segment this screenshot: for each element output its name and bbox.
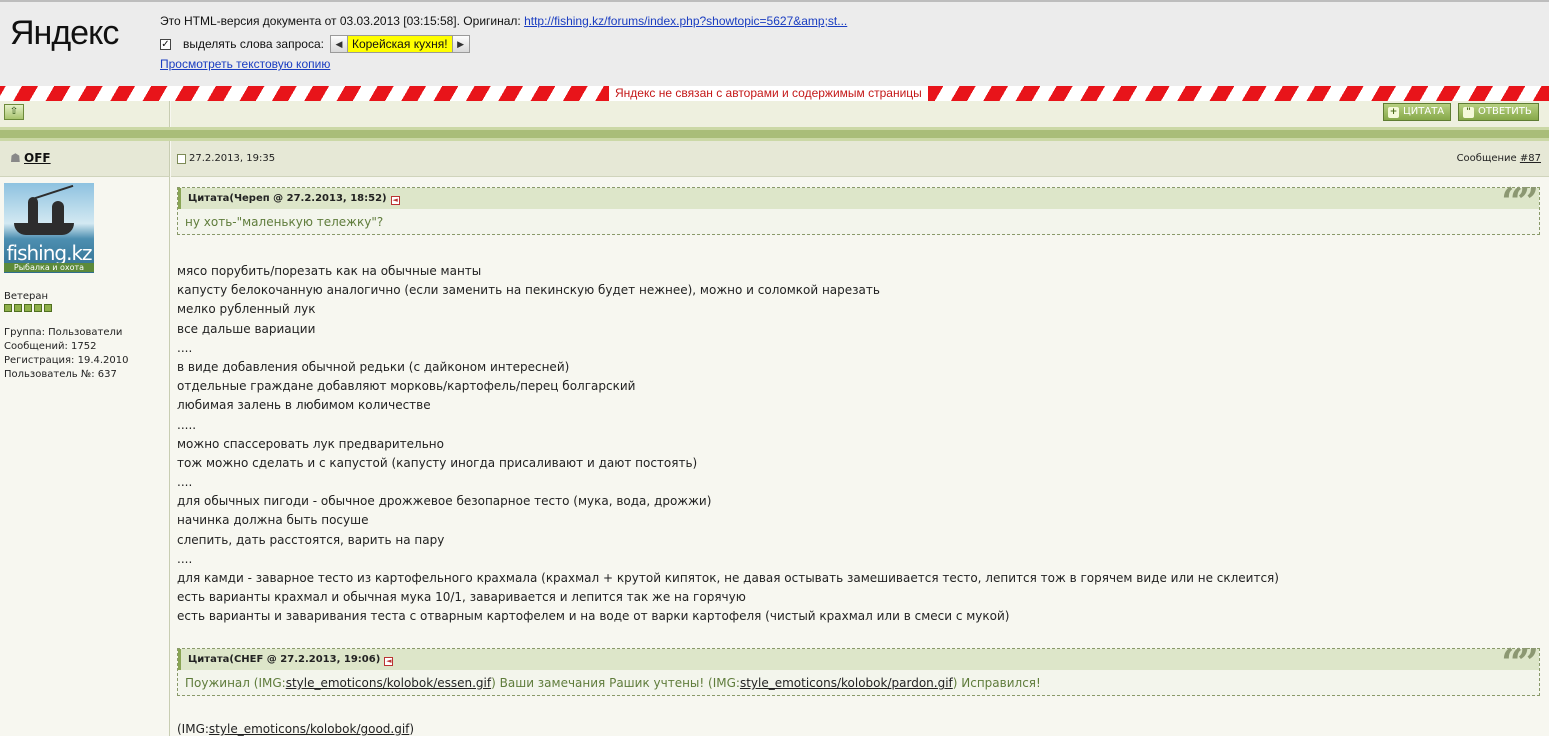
quote-button-label: ЦИТАТА (1403, 106, 1445, 117)
post-line: в виде добавления обычной редьки (с дайк… (177, 359, 570, 374)
post-number-label: Сообщение (1456, 153, 1520, 164)
avatar-caption: Рыбалка и охота (4, 263, 94, 272)
post-date: 27.2.2013, 19:35 (189, 153, 276, 164)
goto-quote-icon[interactable]: ◄ (390, 196, 400, 205)
rank-pip-icon (24, 304, 32, 312)
post-line: тож можно сделать и с капустой (капусту … (177, 455, 698, 470)
post-line: есть варианты крахмал и обычная мука 10/… (177, 590, 746, 605)
post-line: мелко рубленный лук (177, 302, 316, 317)
quote-marks-icon: " (1463, 106, 1474, 118)
post-icon (177, 154, 186, 164)
post-line: слепить, дать расстоятся, варить на пару (177, 532, 445, 547)
post-line: начинка должна быть посуше (177, 513, 369, 528)
yandex-disclaimer: Яндекс не связан с авторами и содержимым… (609, 86, 928, 101)
reply-button-label: ОТВЕТИТЬ (1478, 106, 1532, 117)
user-number: Пользователь №: 637 (4, 369, 117, 380)
quote-text-part: ) Ваши замечания Рашик учтены! (IMG: (491, 676, 740, 690)
author-name[interactable]: OFF (24, 151, 51, 165)
avatar-brand: fishing.kz (6, 241, 92, 265)
quote-title-text: Цитата(Череп @ 27.2.2013, 18:52) (188, 193, 387, 204)
fishing-rod-icon (34, 184, 74, 200)
user-group: Группа: Пользователи (4, 327, 123, 338)
quote-marks-icon: “” (1501, 179, 1539, 224)
author-header: ☗ OFF (0, 141, 170, 177)
post-body: Цитата(Череп @ 27.2.2013, 18:52) ◄ “” ну … (171, 177, 1549, 736)
emoticon-link[interactable]: style_emoticons/kolobok/pardon.gif (740, 676, 953, 690)
highlight-checkbox[interactable]: ✓ (160, 38, 171, 50)
rank-pip-icon (44, 304, 52, 312)
fisherman-icon (52, 201, 64, 223)
post-number: Сообщение #87 (1457, 153, 1541, 164)
post-line: можно спассеровать лук предварительно (177, 436, 444, 451)
user-messages: Сообщений: 1752 (4, 341, 97, 352)
post-line: капусту белокочанную аналогично (если за… (177, 283, 880, 298)
divider-bar (0, 127, 1549, 141)
quote-text-part: ) Исправился! (952, 676, 1041, 690)
post-permalink[interactable]: #87 (1520, 153, 1541, 164)
quote-title: Цитата(CHEF @ 27.2.2013, 19:06) ◄ “” (178, 643, 1539, 683)
emoticon-link[interactable]: style_emoticons/kolobok/good.gif (209, 722, 409, 736)
post-tail: (IMG:style_emoticons/kolobok/good.gif) (177, 722, 414, 736)
plus-icon: + (1388, 106, 1399, 118)
yandex-cache-header: Яндекс Это HTML-версия документа от 03.0… (0, 0, 1549, 86)
tail-text-part: (IMG: (177, 722, 209, 736)
yandex-logo[interactable]: Яндекс (10, 14, 119, 53)
quote-title-text: Цитата(CHEF @ 27.2.2013, 19:06) (188, 654, 381, 665)
rank-pip-icon (4, 304, 12, 312)
post-text: мясо порубить/порезать как на обычные ма… (177, 262, 1537, 627)
post-line: .... (177, 340, 193, 355)
quote-text-part: Поужинал (IMG: (185, 676, 286, 690)
post-line: все дальше вариации (177, 321, 316, 336)
forum-area: ⇧ + ЦИТАТА " ОТВЕТИТЬ ☗ OFF 27.2.2013, 1… (0, 101, 1549, 736)
text-copy-link[interactable]: Просмотреть текстовую копию (160, 57, 330, 71)
quote-block: Цитата(Череп @ 27.2.2013, 18:52) ◄ “” ну … (177, 182, 1540, 235)
cache-info: Это HTML-версия документа от 03.03.2013 … (160, 14, 847, 28)
post-line: ..... (177, 417, 197, 432)
original-url-link[interactable]: http://fishing.kz/forums/index.php?showt… (524, 14, 847, 28)
quote-button[interactable]: + ЦИТАТА (1383, 103, 1452, 121)
goto-quote-icon[interactable]: ◄ (384, 657, 394, 666)
quote-title: Цитата(Череп @ 27.2.2013, 18:52) ◄ “” (178, 182, 1539, 222)
post-line: для обычных пигоди - обычное дрожжевое б… (177, 494, 712, 509)
prev-match-button[interactable]: ◀ (329, 35, 348, 53)
rank-pip-icon (14, 304, 22, 312)
post-line: есть варианты и заваривания теста с отва… (177, 609, 1010, 624)
fisherman-icon (28, 197, 38, 223)
post-header: 27.2.2013, 19:35 Сообщение #87 (171, 141, 1549, 177)
query-highlight: Корейская кухня! (347, 35, 452, 53)
offline-user-icon: ☗ (10, 151, 21, 165)
post-toolbar-left: ⇧ (0, 101, 170, 127)
post-toolbar-right: + ЦИТАТА " ОТВЕТИТЬ (171, 101, 1549, 127)
user-registered: Регистрация: 19.4.2010 (4, 355, 129, 366)
post-line: любимая залень в любимом количестве (177, 398, 431, 413)
up-arrow-icon[interactable]: ⇧ (4, 104, 24, 120)
next-match-button[interactable]: ▶ (451, 35, 470, 53)
cache-info-text: Это HTML-версия документа от 03.03.2013 … (160, 14, 525, 28)
user-rank: Ветеран (4, 291, 49, 302)
post-line: мясо порубить/порезать как на обычные ма… (177, 264, 482, 278)
post-line: отдельные граждане добавляют морковь/кар… (177, 379, 636, 394)
reply-button[interactable]: " ОТВЕТИТЬ (1458, 103, 1539, 121)
emoticon-link[interactable]: style_emoticons/kolobok/essen.gif (286, 676, 491, 690)
rank-pip-icon (34, 304, 42, 312)
post-line: для камди - заварное тесто из картофельн… (177, 571, 1279, 585)
quote-text: ну хоть-"маленькую тележку"? (185, 215, 384, 229)
boat-icon (14, 223, 74, 235)
tail-text-part: ) (409, 722, 415, 736)
quote-block: Цитата(CHEF @ 27.2.2013, 19:06) ◄ “” Поуж… (177, 643, 1540, 696)
quote-marks-icon: “” (1501, 640, 1539, 685)
author-sidebar: fishing.kz Рыбалка и охота Ветеран Групп… (0, 177, 170, 736)
highlight-label: выделять слова запроса: (183, 37, 324, 51)
post-line: .... (177, 475, 193, 490)
quote-text: Поужинал (IMG:style_emoticons/kolobok/es… (178, 670, 1539, 695)
post-line: .... (177, 551, 193, 566)
avatar: fishing.kz Рыбалка и охота (4, 183, 94, 273)
highlight-row: ✓ выделять слова запроса: ◀ Корейская ку… (160, 34, 470, 54)
rank-pips (4, 304, 52, 312)
